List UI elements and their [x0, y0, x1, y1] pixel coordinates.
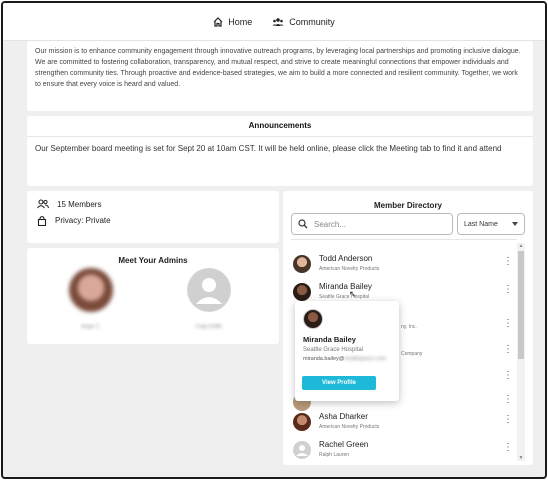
admin-name: Cody Griffin: [195, 324, 223, 330]
avatar: [293, 283, 311, 301]
sort-select[interactable]: Last Name: [457, 213, 525, 235]
avatar: [69, 268, 113, 312]
admins-title: Meet Your Admins: [118, 256, 188, 265]
list-item[interactable]: Rachel Green Ralph Lauren ⋮: [293, 439, 515, 463]
nav-home-label: Home: [228, 16, 253, 27]
community-icon: [272, 17, 284, 26]
scrollbar[interactable]: ▲ ▼: [517, 243, 525, 461]
admin-name: Angie C.: [81, 324, 101, 330]
more-options-icon[interactable]: ⋮: [501, 414, 515, 425]
scroll-down-icon[interactable]: ▼: [517, 455, 525, 461]
member-name: Miranda Bailey: [319, 282, 372, 291]
more-options-icon[interactable]: ⋮: [501, 394, 515, 405]
default-avatar-icon: [187, 268, 231, 312]
default-avatar-icon: [293, 441, 311, 459]
member-org: American Novelty Products: [319, 266, 380, 272]
view-profile-button[interactable]: View Profile: [302, 376, 376, 390]
more-options-icon[interactable]: ⋮: [501, 256, 515, 267]
admins-card: Meet Your Admins Angie C. Cody Griffin: [27, 248, 279, 344]
lock-icon: [37, 215, 47, 226]
nav-community-label: Community: [289, 16, 335, 27]
announcements-card: Announcements Our September board meetin…: [27, 116, 533, 186]
email-redacted: seattlegrace.com: [344, 356, 387, 362]
members-count-row[interactable]: 15 Members: [37, 199, 269, 209]
member-org: American Novelty Products: [319, 424, 380, 430]
more-options-icon[interactable]: ⋮: [501, 318, 515, 329]
partial-org-text: Company: [401, 351, 423, 357]
group-info-card: 15 Members Privacy: Private: [27, 191, 279, 243]
popup-member-org: Seattle Grace Hospital: [303, 347, 364, 353]
member-name: Asha Dharker: [319, 412, 368, 421]
search-input[interactable]: Search...: [291, 213, 453, 235]
divider: [27, 136, 533, 137]
admin-card[interactable]: Angie C.: [61, 268, 121, 330]
scrollbar-thumb[interactable]: [518, 251, 524, 359]
avatar: [303, 309, 323, 329]
more-options-icon[interactable]: ⋮: [501, 442, 515, 453]
search-placeholder: Search...: [314, 219, 347, 229]
members-icon: [37, 199, 49, 209]
popup-member-name: Miranda Bailey: [303, 335, 356, 344]
mouse-cursor-icon: ↖: [349, 289, 357, 299]
directory-title: Member Directory: [373, 201, 443, 210]
partial-org-text: ny, Inc.: [401, 324, 417, 330]
privacy-label: Privacy: Private: [55, 216, 111, 225]
nav-community[interactable]: Community: [272, 17, 335, 27]
avatar: [293, 413, 311, 431]
list-item[interactable]: Todd Anderson American Novelty Products …: [293, 253, 515, 277]
popup-member-email: miranda.bailey@seattlegrace.com: [303, 356, 391, 362]
privacy-row: Privacy: Private: [37, 215, 269, 226]
announcement-text: Our September board meeting is set for S…: [35, 144, 502, 153]
mission-card: Our mission is to enhance community enga…: [27, 41, 533, 111]
scroll-up-icon[interactable]: ▲: [517, 243, 525, 249]
chevron-down-icon: [512, 222, 518, 226]
top-navigation: Home Community: [3, 3, 545, 41]
member-name: Todd Anderson: [319, 254, 373, 263]
email-prefix: miranda.bailey@: [303, 356, 345, 362]
divider: [291, 239, 517, 240]
member-org: Seattle Grace Hospital: [319, 294, 370, 300]
mission-text: Our mission is to enhance community enga…: [35, 48, 521, 88]
announcements-title: Announcements: [248, 121, 312, 130]
nav-home[interactable]: Home: [213, 17, 252, 27]
members-count: 15 Members: [57, 199, 102, 209]
member-name: Rachel Green: [319, 440, 369, 449]
member-org: Ralph Lauren: [319, 452, 350, 458]
more-options-icon[interactable]: ⋮: [501, 344, 515, 355]
app-frame: Home Community Our mission is to enhance…: [1, 1, 547, 479]
more-options-icon[interactable]: ⋮: [501, 370, 515, 381]
member-hover-card: Miranda Bailey Seattle Grace Hospital mi…: [295, 301, 399, 401]
search-icon: [298, 219, 308, 229]
avatar: [293, 255, 311, 273]
admin-card[interactable]: Cody Griffin: [179, 268, 239, 330]
more-options-icon[interactable]: ⋮: [501, 284, 515, 295]
list-item[interactable]: Asha Dharker American Novelty Products ⋮: [293, 411, 515, 435]
sort-value: Last Name: [464, 220, 498, 228]
home-icon: [213, 16, 223, 27]
